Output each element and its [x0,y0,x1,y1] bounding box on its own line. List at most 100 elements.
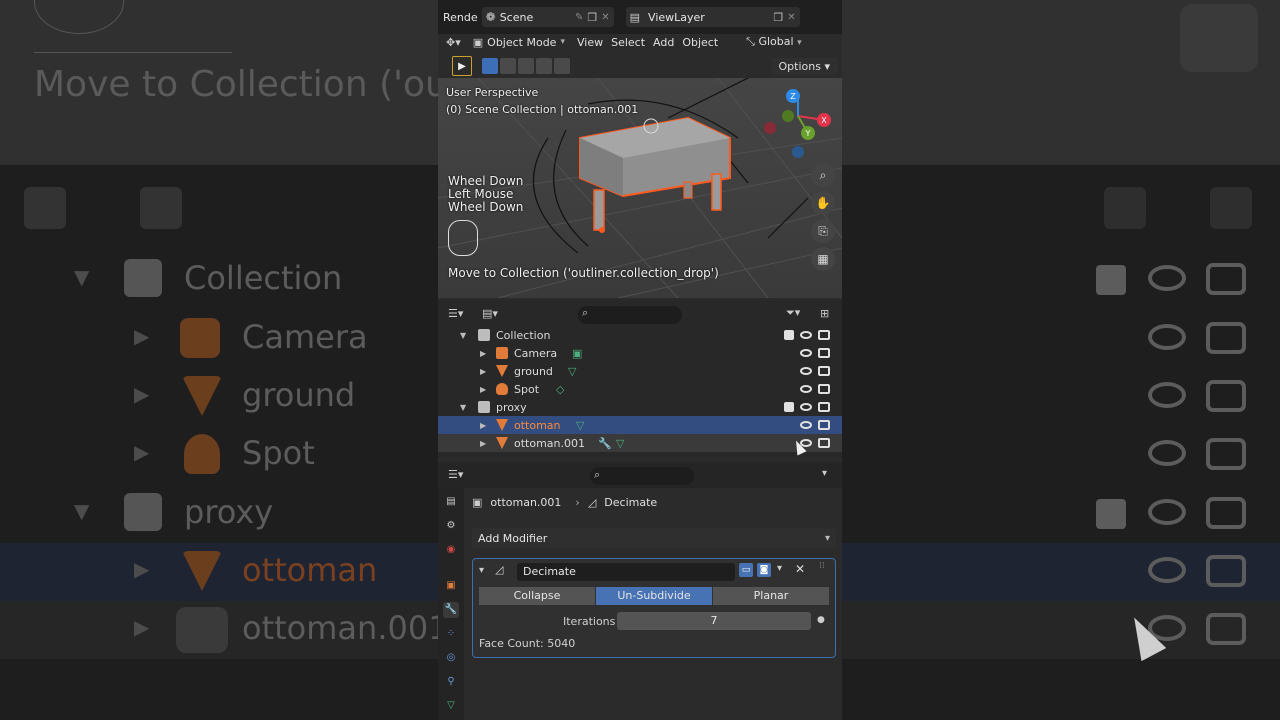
light-data-icon[interactable]: ◇ [556,383,564,396]
editor-type-icon[interactable]: ☰▾ [448,307,463,320]
new-collection-icon[interactable]: ⊞ [820,307,829,320]
wrench-icon[interactable]: 🔧 [598,437,612,450]
menu-add[interactable]: Add [653,36,674,49]
data-tab-icon[interactable]: ▽ [443,698,459,714]
expand-icon[interactable]: ▶ [480,367,486,376]
render-label[interactable]: Rende [443,11,478,24]
render-toggle-icon[interactable]: ◙ [757,563,771,577]
world-tab-icon[interactable]: ◉ [443,542,459,558]
camera-icon[interactable] [818,438,830,448]
background-collection-icon [124,493,162,531]
grid-view-icon[interactable]: ▦ [811,247,835,271]
mesh-data-icon[interactable]: ▽ [616,437,624,450]
eye-icon[interactable] [800,385,812,393]
menu-view[interactable]: View [577,36,603,49]
close-icon[interactable]: ✕ [795,562,805,576]
copy-icon[interactable]: ❐ [587,11,597,24]
outliner-row-proxy[interactable]: ▼ proxy [438,398,842,416]
menu-select[interactable]: Select [611,36,645,49]
copy-icon[interactable]: ❐ [773,11,783,24]
menu-object[interactable]: Object [682,36,718,49]
select-invert-icon[interactable] [536,58,552,74]
zoom-icon[interactable]: ⌕ [811,163,835,187]
mesh-data-icon[interactable]: ▽ [568,365,576,378]
camera-data-icon[interactable]: ▣ [572,347,582,360]
select-tool-row: ▶ [452,56,570,76]
expand-icon[interactable]: ▼ [460,331,466,340]
keyframe-dot-icon[interactable]: ● [817,615,825,625]
scene-selector[interactable]: ❁ Scene ✎ ❐ ✕ [481,7,614,27]
editor-type-icon[interactable]: ✥▾ [446,36,461,49]
outliner-row-ottoman[interactable]: ▶ ottoman ▽ [438,416,842,434]
z-axis-button[interactable]: Z [786,89,800,103]
close-icon[interactable]: ✕ [787,12,795,23]
tool-tab-icon[interactable]: ▤ [443,494,459,510]
chevron-down-icon[interactable]: ▾ [777,563,782,574]
eye-icon[interactable] [800,331,812,339]
outliner-row-collection[interactable]: ▼ Collection [438,326,842,344]
expand-icon[interactable]: ▼ [460,403,466,412]
object-tab-icon[interactable]: ▣ [443,578,459,594]
particles-tab-icon[interactable]: ⁘ [443,626,459,642]
drag-handle-icon[interactable]: ⁞⁞ [819,561,825,571]
y-axis-button[interactable]: Y [801,126,815,140]
camera-icon[interactable] [818,366,830,376]
mode-selector[interactable]: ▣ Object Mode ▾ [469,33,569,51]
view-layer-selector[interactable]: ▤ ViewLayer ❐ ✕ [625,7,800,27]
iterations-field[interactable]: 7 [617,612,811,630]
outliner-row-spot[interactable]: ▶ Spot ◇ [438,380,842,398]
close-icon[interactable]: ✕ [601,12,609,23]
background-camera-icon [1206,613,1246,645]
add-modifier-button[interactable]: Add Modifier ▾ [472,528,836,548]
properties-search-input[interactable]: ⌕ [590,467,694,485]
expand-icon[interactable]: ▶ [480,421,486,430]
eye-icon[interactable] [800,349,812,357]
eye-icon[interactable] [800,367,812,375]
mode-collapse-button[interactable]: Collapse [479,587,595,605]
eye-icon[interactable] [800,403,812,411]
filter-icon[interactable]: ⏷▾ [786,306,800,320]
camera-icon[interactable] [818,348,830,358]
options-button[interactable]: Options ▾ [770,58,838,75]
input-log-line: Wheel Down [448,200,524,214]
mode-planar-button[interactable]: Planar [713,587,829,605]
select-intersect-icon[interactable] [554,58,570,74]
pan-hand-icon[interactable]: ✋ [811,191,835,215]
eye-icon[interactable] [800,421,812,429]
3d-viewport[interactable]: Z X Y User Perspective (0) Scene Collect… [438,78,842,298]
exclude-checkbox[interactable] [784,402,794,412]
camera-icon[interactable] [818,330,830,340]
x-axis-button[interactable]: X [817,113,831,127]
mode-unsubdivide-button[interactable]: Un-Subdivide [596,587,712,605]
background-eye-icon [1148,265,1186,291]
chevron-down-icon[interactable]: ▾ [822,468,827,479]
outliner-row-ground[interactable]: ▶ ground ▽ [438,362,842,380]
outliner-row-camera[interactable]: ▶ Camera ▣ [438,344,842,362]
select-subtract-icon[interactable] [518,58,534,74]
camera-icon[interactable] [818,402,830,412]
outliner-search-input[interactable]: ⌕ [578,306,682,324]
transform-orientation[interactable]: ⤡ Global ▾ [746,35,801,49]
mesh-data-icon[interactable]: ▽ [576,419,584,432]
modifier-tab-icon[interactable]: 🔧 [443,602,459,618]
editmode-toggle-icon[interactable]: ▭ [739,563,753,577]
pin-icon[interactable]: ✎ [575,12,583,23]
select-box-icon[interactable] [482,58,498,74]
cursor-tool-icon[interactable]: ▶ [452,56,472,76]
expand-icon[interactable]: ▶ [480,349,486,358]
exclude-checkbox[interactable] [784,330,794,340]
physics-tab-icon[interactable]: ◎ [443,650,459,666]
camera-view-icon[interactable]: ⎘ [811,219,835,243]
constraints-tab-icon[interactable]: ⚲ [443,674,459,690]
display-mode-icon[interactable]: ▤▾ [482,307,498,320]
outliner-row-ottoman-001[interactable]: ▶ ottoman.001 🔧 ▽ [438,434,842,452]
camera-icon[interactable] [818,420,830,430]
modifier-name-input[interactable]: Decimate [517,563,735,581]
collapse-panel-icon[interactable]: ▾ [479,565,484,576]
editor-type-icon[interactable]: ☰▾ [448,468,463,481]
select-extend-icon[interactable] [500,58,516,74]
expand-icon[interactable]: ▶ [480,439,486,448]
camera-icon[interactable] [818,384,830,394]
scene-tab-icon[interactable]: ⚙ [443,518,459,534]
expand-icon[interactable]: ▶ [480,385,486,394]
